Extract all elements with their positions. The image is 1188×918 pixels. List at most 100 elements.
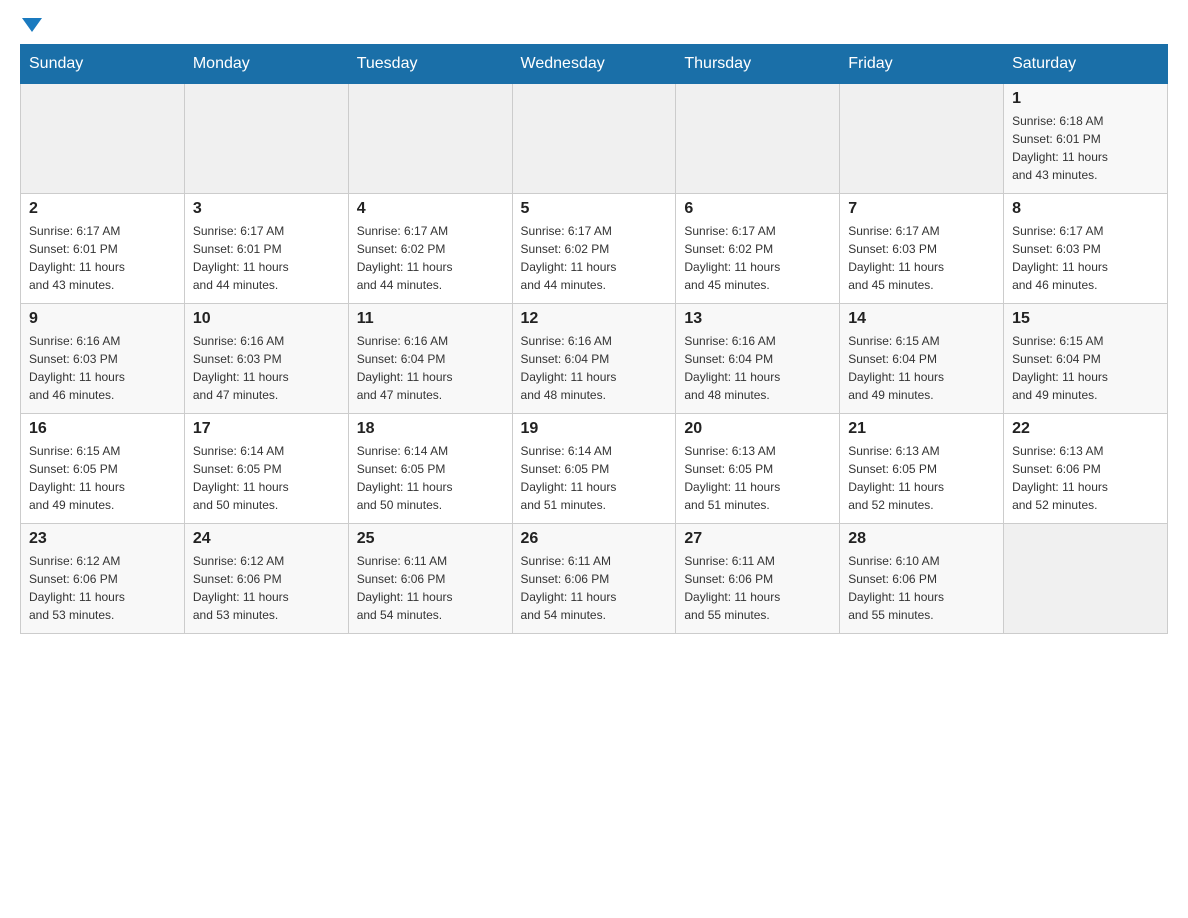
day-number: 16	[29, 420, 176, 438]
day-info: Sunrise: 6:14 AMSunset: 6:05 PMDaylight:…	[521, 442, 668, 514]
day-info: Sunrise: 6:17 AMSunset: 6:01 PMDaylight:…	[29, 222, 176, 294]
day-number: 6	[684, 200, 831, 218]
calendar-cell: 16 Sunrise: 6:15 AMSunset: 6:05 PMDayligh…	[21, 414, 185, 524]
calendar-cell: 2 Sunrise: 6:17 AMSunset: 6:01 PMDaylight…	[21, 194, 185, 304]
calendar-header-sunday: Sunday	[21, 45, 185, 84]
day-info: Sunrise: 6:14 AMSunset: 6:05 PMDaylight:…	[357, 442, 504, 514]
day-number: 11	[357, 310, 504, 328]
day-number: 20	[684, 420, 831, 438]
calendar-cell: 6 Sunrise: 6:17 AMSunset: 6:02 PMDaylight…	[676, 194, 840, 304]
day-info: Sunrise: 6:11 AMSunset: 6:06 PMDaylight:…	[357, 552, 504, 624]
day-number: 9	[29, 310, 176, 328]
calendar-cell: 12 Sunrise: 6:16 AMSunset: 6:04 PMDayligh…	[512, 304, 676, 414]
calendar-cell	[840, 84, 1004, 194]
day-info: Sunrise: 6:15 AMSunset: 6:05 PMDaylight:…	[29, 442, 176, 514]
day-number: 8	[1012, 200, 1159, 218]
day-info: Sunrise: 6:16 AMSunset: 6:04 PMDaylight:…	[521, 332, 668, 404]
day-info: Sunrise: 6:17 AMSunset: 6:01 PMDaylight:…	[193, 222, 340, 294]
calendar-week-row: 16 Sunrise: 6:15 AMSunset: 6:05 PMDayligh…	[21, 414, 1168, 524]
day-info: Sunrise: 6:17 AMSunset: 6:03 PMDaylight:…	[848, 222, 995, 294]
day-number: 23	[29, 530, 176, 548]
day-number: 19	[521, 420, 668, 438]
calendar-cell: 28 Sunrise: 6:10 AMSunset: 6:06 PMDayligh…	[840, 524, 1004, 634]
day-info: Sunrise: 6:13 AMSunset: 6:05 PMDaylight:…	[848, 442, 995, 514]
day-info: Sunrise: 6:13 AMSunset: 6:05 PMDaylight:…	[684, 442, 831, 514]
calendar-cell	[676, 84, 840, 194]
day-info: Sunrise: 6:16 AMSunset: 6:04 PMDaylight:…	[684, 332, 831, 404]
day-number: 28	[848, 530, 995, 548]
calendar-header-monday: Monday	[184, 45, 348, 84]
day-number: 24	[193, 530, 340, 548]
day-info: Sunrise: 6:18 AMSunset: 6:01 PMDaylight:…	[1012, 112, 1159, 184]
calendar-header-row: SundayMondayTuesdayWednesdayThursdayFrid…	[21, 45, 1168, 84]
calendar-cell: 17 Sunrise: 6:14 AMSunset: 6:05 PMDayligh…	[184, 414, 348, 524]
day-info: Sunrise: 6:17 AMSunset: 6:02 PMDaylight:…	[521, 222, 668, 294]
calendar-week-row: 23 Sunrise: 6:12 AMSunset: 6:06 PMDayligh…	[21, 524, 1168, 634]
day-number: 17	[193, 420, 340, 438]
calendar-cell: 27 Sunrise: 6:11 AMSunset: 6:06 PMDayligh…	[676, 524, 840, 634]
day-info: Sunrise: 6:15 AMSunset: 6:04 PMDaylight:…	[1012, 332, 1159, 404]
calendar-cell: 26 Sunrise: 6:11 AMSunset: 6:06 PMDayligh…	[512, 524, 676, 634]
day-info: Sunrise: 6:15 AMSunset: 6:04 PMDaylight:…	[848, 332, 995, 404]
calendar-cell: 22Sunrise: 6:13 AMSunset: 6:06 PMDayligh…	[1004, 414, 1168, 524]
calendar-cell: 18 Sunrise: 6:14 AMSunset: 6:05 PMDayligh…	[348, 414, 512, 524]
day-info: Sunrise: 6:11 AMSunset: 6:06 PMDaylight:…	[684, 552, 831, 624]
day-number: 25	[357, 530, 504, 548]
day-info: Sunrise: 6:17 AMSunset: 6:02 PMDaylight:…	[357, 222, 504, 294]
calendar-cell: 4 Sunrise: 6:17 AMSunset: 6:02 PMDaylight…	[348, 194, 512, 304]
day-number: 15	[1012, 310, 1159, 328]
calendar-table: SundayMondayTuesdayWednesdayThursdayFrid…	[20, 44, 1168, 634]
day-number: 10	[193, 310, 340, 328]
day-info: Sunrise: 6:16 AMSunset: 6:03 PMDaylight:…	[29, 332, 176, 404]
day-number: 4	[357, 200, 504, 218]
day-number: 26	[521, 530, 668, 548]
day-info: Sunrise: 6:14 AMSunset: 6:05 PMDaylight:…	[193, 442, 340, 514]
page-header	[20, 20, 1168, 34]
calendar-header-friday: Friday	[840, 45, 1004, 84]
calendar-cell: 21 Sunrise: 6:13 AMSunset: 6:05 PMDayligh…	[840, 414, 1004, 524]
calendar-week-row: 1 Sunrise: 6:18 AMSunset: 6:01 PMDaylight…	[21, 84, 1168, 194]
calendar-cell: 25 Sunrise: 6:11 AMSunset: 6:06 PMDayligh…	[348, 524, 512, 634]
day-info: Sunrise: 6:16 AMSunset: 6:03 PMDaylight:…	[193, 332, 340, 404]
calendar-cell	[184, 84, 348, 194]
calendar-cell: 13 Sunrise: 6:16 AMSunset: 6:04 PMDayligh…	[676, 304, 840, 414]
day-number: 18	[357, 420, 504, 438]
day-info: Sunrise: 6:16 AMSunset: 6:04 PMDaylight:…	[357, 332, 504, 404]
calendar-cell: 11 Sunrise: 6:16 AMSunset: 6:04 PMDayligh…	[348, 304, 512, 414]
calendar-cell: 10 Sunrise: 6:16 AMSunset: 6:03 PMDayligh…	[184, 304, 348, 414]
day-info: Sunrise: 6:12 AMSunset: 6:06 PMDaylight:…	[29, 552, 176, 624]
day-number: 21	[848, 420, 995, 438]
day-number: 27	[684, 530, 831, 548]
calendar-cell: 3Sunrise: 6:17 AMSunset: 6:01 PMDaylight…	[184, 194, 348, 304]
day-info: Sunrise: 6:17 AMSunset: 6:03 PMDaylight:…	[1012, 222, 1159, 294]
day-info: Sunrise: 6:11 AMSunset: 6:06 PMDaylight:…	[521, 552, 668, 624]
logo	[20, 20, 42, 34]
calendar-header-saturday: Saturday	[1004, 45, 1168, 84]
calendar-cell: 24Sunrise: 6:12 AMSunset: 6:06 PMDayligh…	[184, 524, 348, 634]
calendar-week-row: 2 Sunrise: 6:17 AMSunset: 6:01 PMDaylight…	[21, 194, 1168, 304]
day-number: 12	[521, 310, 668, 328]
calendar-header-wednesday: Wednesday	[512, 45, 676, 84]
calendar-cell: 19 Sunrise: 6:14 AMSunset: 6:05 PMDayligh…	[512, 414, 676, 524]
day-number: 2	[29, 200, 176, 218]
calendar-cell: 9 Sunrise: 6:16 AMSunset: 6:03 PMDaylight…	[21, 304, 185, 414]
calendar-cell: 8 Sunrise: 6:17 AMSunset: 6:03 PMDaylight…	[1004, 194, 1168, 304]
calendar-cell: 7 Sunrise: 6:17 AMSunset: 6:03 PMDaylight…	[840, 194, 1004, 304]
calendar-header-thursday: Thursday	[676, 45, 840, 84]
day-number: 5	[521, 200, 668, 218]
logo-triangle-icon	[22, 18, 42, 32]
day-info: Sunrise: 6:13 AMSunset: 6:06 PMDaylight:…	[1012, 442, 1159, 514]
calendar-cell: 14 Sunrise: 6:15 AMSunset: 6:04 PMDayligh…	[840, 304, 1004, 414]
day-number: 1	[1012, 90, 1159, 108]
day-number: 7	[848, 200, 995, 218]
calendar-week-row: 9 Sunrise: 6:16 AMSunset: 6:03 PMDaylight…	[21, 304, 1168, 414]
day-number: 13	[684, 310, 831, 328]
calendar-cell: 5 Sunrise: 6:17 AMSunset: 6:02 PMDaylight…	[512, 194, 676, 304]
calendar-cell: 15 Sunrise: 6:15 AMSunset: 6:04 PMDayligh…	[1004, 304, 1168, 414]
day-info: Sunrise: 6:17 AMSunset: 6:02 PMDaylight:…	[684, 222, 831, 294]
calendar-cell: 23 Sunrise: 6:12 AMSunset: 6:06 PMDayligh…	[21, 524, 185, 634]
calendar-header-tuesday: Tuesday	[348, 45, 512, 84]
calendar-cell	[21, 84, 185, 194]
day-info: Sunrise: 6:10 AMSunset: 6:06 PMDaylight:…	[848, 552, 995, 624]
day-number: 14	[848, 310, 995, 328]
